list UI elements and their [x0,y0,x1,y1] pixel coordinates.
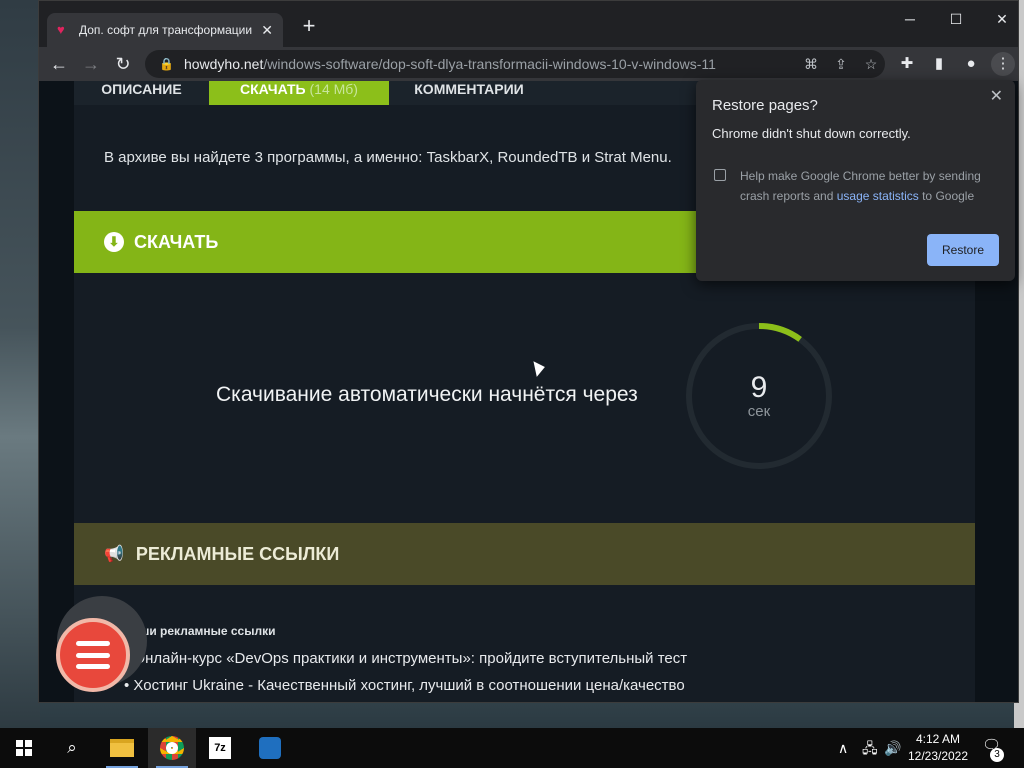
ads-header: 📢 РЕКЛАМНЫЕ ССЫЛКИ [74,523,975,585]
download-icon: ⬇ [104,232,124,252]
countdown-unit: сек [747,403,771,420]
maximize-button[interactable]: ☐ [933,7,979,31]
browser-toolbar: ← → ↻ 🔒 howdyho.net/windows-software/dop… [39,47,1018,81]
browser-tab[interactable]: ♥ Доп. софт для трансформации W ✕ [47,13,283,47]
windows-logo-icon [16,740,32,756]
app-blue-icon [259,737,281,759]
ad-link-hosting[interactable]: • Хостинг Ukraine - Качественный хостинг… [124,677,685,694]
new-tab-button[interactable]: + [297,15,321,39]
taskbar-app-blue[interactable] [246,728,294,768]
show-hidden-icons[interactable]: ∧ [838,728,848,768]
help-suffix: to Google [918,189,975,203]
chrome-icon [160,736,184,760]
tab-download[interactable]: СКАЧАТЬ (14 Мб) [209,81,389,105]
archive-description: В архиве вы найдете 3 программы, а именн… [104,149,672,166]
ad-link-devops[interactable]: • Онлайн-курс «DevOps практики и инструм… [124,650,687,667]
close-window-button[interactable]: ✕ [979,7,1018,31]
share-icon[interactable]: ⇪ [831,54,851,74]
start-button[interactable] [0,728,48,768]
chrome-titlebar: ♥ Доп. софт для трансформации W ✕ + ─ ☐ … [39,1,1018,47]
clock-time: 4:12 AM [915,732,961,746]
extensions-icon[interactable]: ✚ [895,52,919,76]
background-window-strip [0,0,40,728]
network-icon[interactable]: 🖧 [862,728,878,768]
back-icon[interactable]: ← [47,52,71,76]
usage-statistics-link[interactable]: usage statistics [837,189,919,203]
floating-menu-button[interactable] [56,618,130,692]
site-favicon-icon: ♥ [57,22,65,37]
url-host: howdyho.net [183,56,264,72]
side-panel-icon[interactable]: ▮ [927,52,951,76]
chrome-menu-icon[interactable]: ⋮ [991,52,1015,76]
folder-icon [110,739,134,757]
crash-report-text: Help make Google Chrome better by sendin… [740,166,1002,206]
tab-download-size: (14 Мб) [309,81,358,97]
reload-icon[interactable]: ↻ [111,52,135,76]
tab-close-icon[interactable]: ✕ [261,22,273,39]
hamburger-icon [76,641,110,669]
dialog-title: Restore pages? [712,97,818,114]
taskbar-file-explorer[interactable] [98,728,146,768]
tab-description[interactable]: ОПИСАНИЕ [74,81,209,105]
bookmark-star-icon[interactable]: ☆ [861,54,881,74]
crash-report-checkbox[interactable] [714,169,726,181]
minimize-button[interactable]: ─ [887,7,933,31]
profile-icon[interactable]: ● [959,52,983,76]
tab-title: Доп. софт для трансформации W [79,23,254,37]
clock-date: 12/23/2022 [907,749,969,763]
system-clock[interactable]: 4:12 AM 12/23/2022 [905,731,971,765]
lock-icon: 🔒 [159,57,174,71]
7zip-icon: 7z [209,737,231,759]
tab-comments[interactable]: КОММЕНТАРИИ [389,81,549,105]
download-label: СКАЧАТЬ [134,231,219,252]
tab-download-label: СКАЧАТЬ [240,81,306,97]
search-icon[interactable]: ⌕ [48,728,96,768]
translate-icon[interactable]: ⌘ [801,54,821,74]
url-path: /windows-software/dop-soft-dlya-transfor… [263,56,716,72]
windows-taskbar: ⌕ 7z ∧ 🖧 🔊 4:12 AM 12/23/2022 🗨 3 [0,728,1024,768]
taskbar-7zip[interactable]: 7z [196,728,244,768]
dialog-close-icon[interactable]: ✕ [990,86,1003,106]
countdown-value: 9 [750,371,768,404]
dialog-message: Chrome didn't shut down correctly. [712,126,911,141]
ads-label: РЕКЛАМНЫЕ ССЫЛКИ [135,543,340,564]
countdown-text: Скачивание автоматически начнётся через [216,383,638,406]
notification-count: 3 [990,748,1004,762]
restore-button[interactable]: Restore [927,234,999,266]
address-bar[interactable]: 🔒 howdyho.net/windows-software/dop-soft-… [145,50,885,78]
megaphone-icon: 📢 [104,546,124,563]
taskbar-chrome[interactable] [148,728,196,768]
restore-pages-dialog: Restore pages? ✕ Chrome didn't shut down… [696,80,1015,281]
volume-icon[interactable]: 🔊 [884,728,901,768]
forward-icon[interactable]: → [79,52,103,76]
